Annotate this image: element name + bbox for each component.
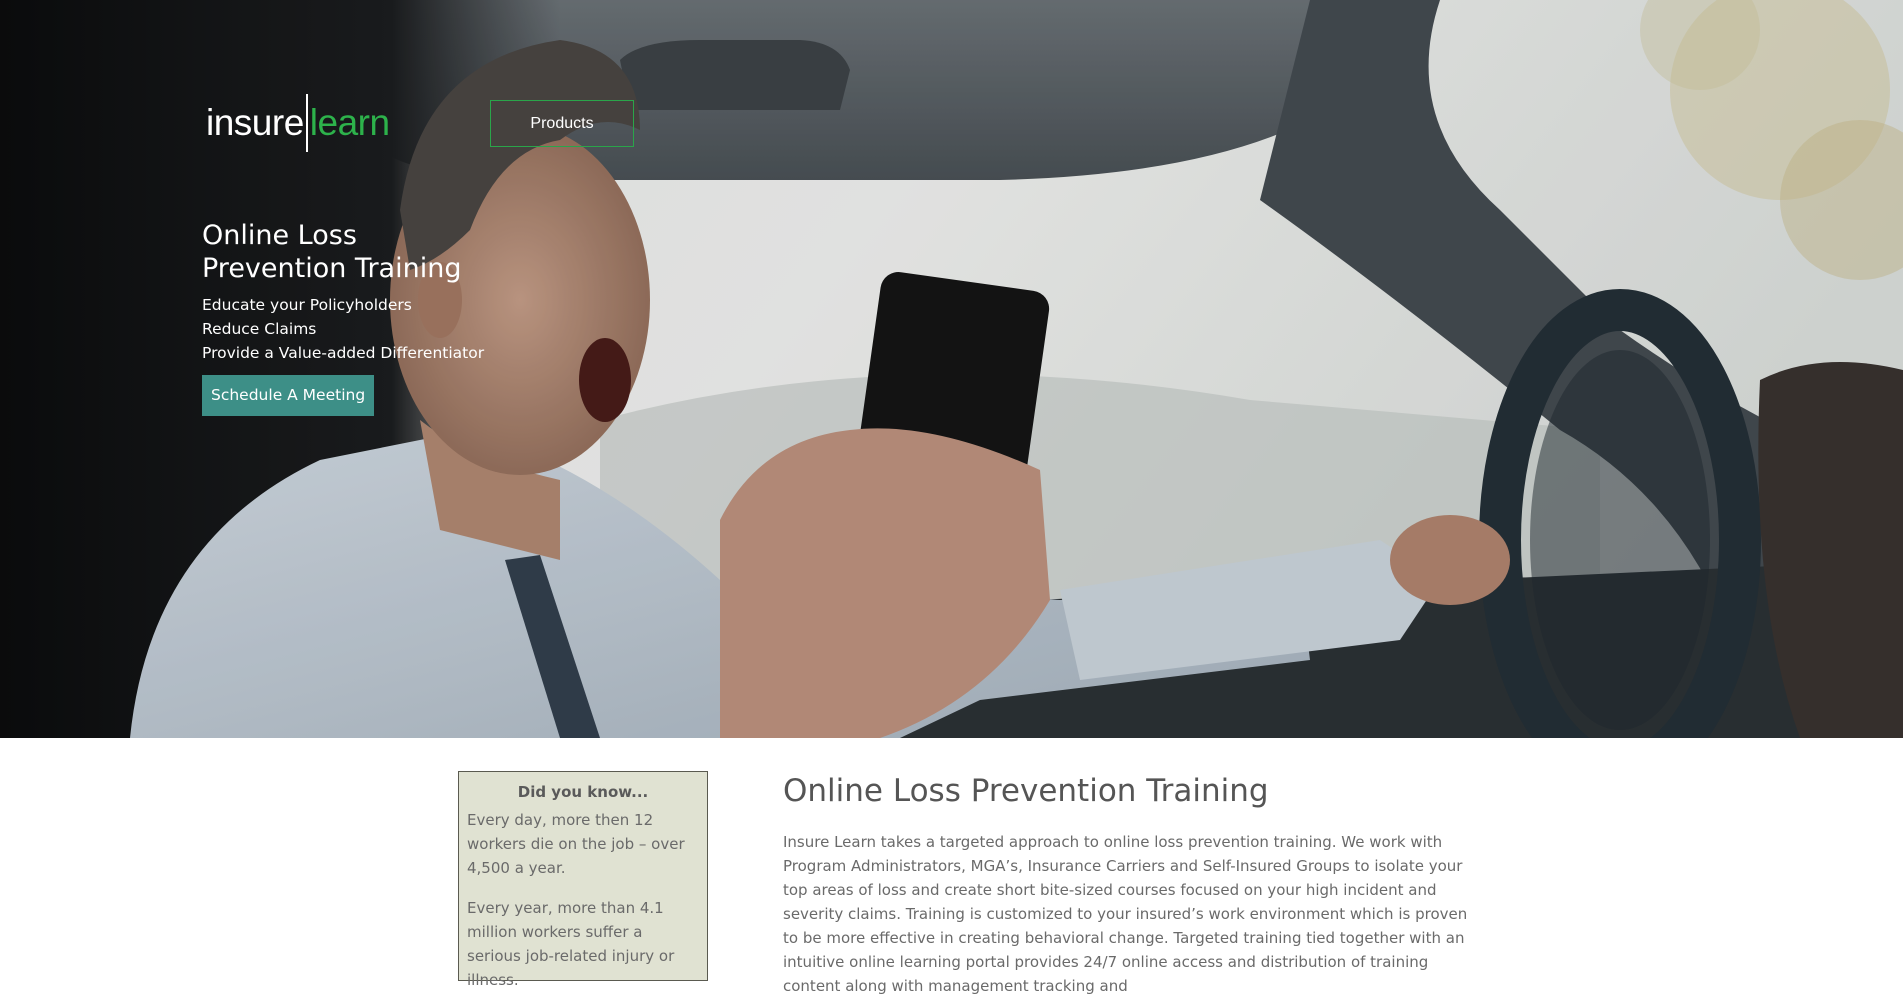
did-you-know-box: Did you know... Every day, more then 12 … <box>458 771 708 989</box>
did-you-know-fact: Every year, more than 4.1 million worker… <box>467 899 675 989</box>
hero-benefits-list: Educate your Policyholders Reduce Claims… <box>202 293 502 365</box>
products-nav-button[interactable]: Products <box>490 100 634 147</box>
logo-text-learn: learn <box>309 102 390 143</box>
logo-divider <box>305 94 308 152</box>
did-you-know-title: Did you know... <box>517 783 649 801</box>
hero-banner: insure learn Products Online Loss Preven… <box>0 0 1903 738</box>
schedule-meeting-button[interactable]: Schedule A Meeting <box>202 375 375 416</box>
logo-text-insure: insure <box>206 102 304 143</box>
hero-text-block: Online Loss Prevention Training Educate … <box>202 219 502 416</box>
hero-title: Online Loss Prevention Training <box>202 220 462 284</box>
insurelearn-logo[interactable]: insure learn <box>206 93 390 153</box>
section-body-text: Insure Learn takes a targeted approach t… <box>783 833 1468 995</box>
hero-benefit-item: Provide a Value-added Differentiator <box>202 344 485 362</box>
did-you-know-fact: Every day, more then 12 workers die on t… <box>467 811 685 877</box>
main-content: Online Loss Prevention Training Insure L… <box>783 768 1483 998</box>
section-title: Online Loss Prevention Training <box>783 773 1269 809</box>
hero-benefit-item: Reduce Claims <box>202 320 317 338</box>
hero-benefit-item: Educate your Policyholders <box>202 296 412 314</box>
